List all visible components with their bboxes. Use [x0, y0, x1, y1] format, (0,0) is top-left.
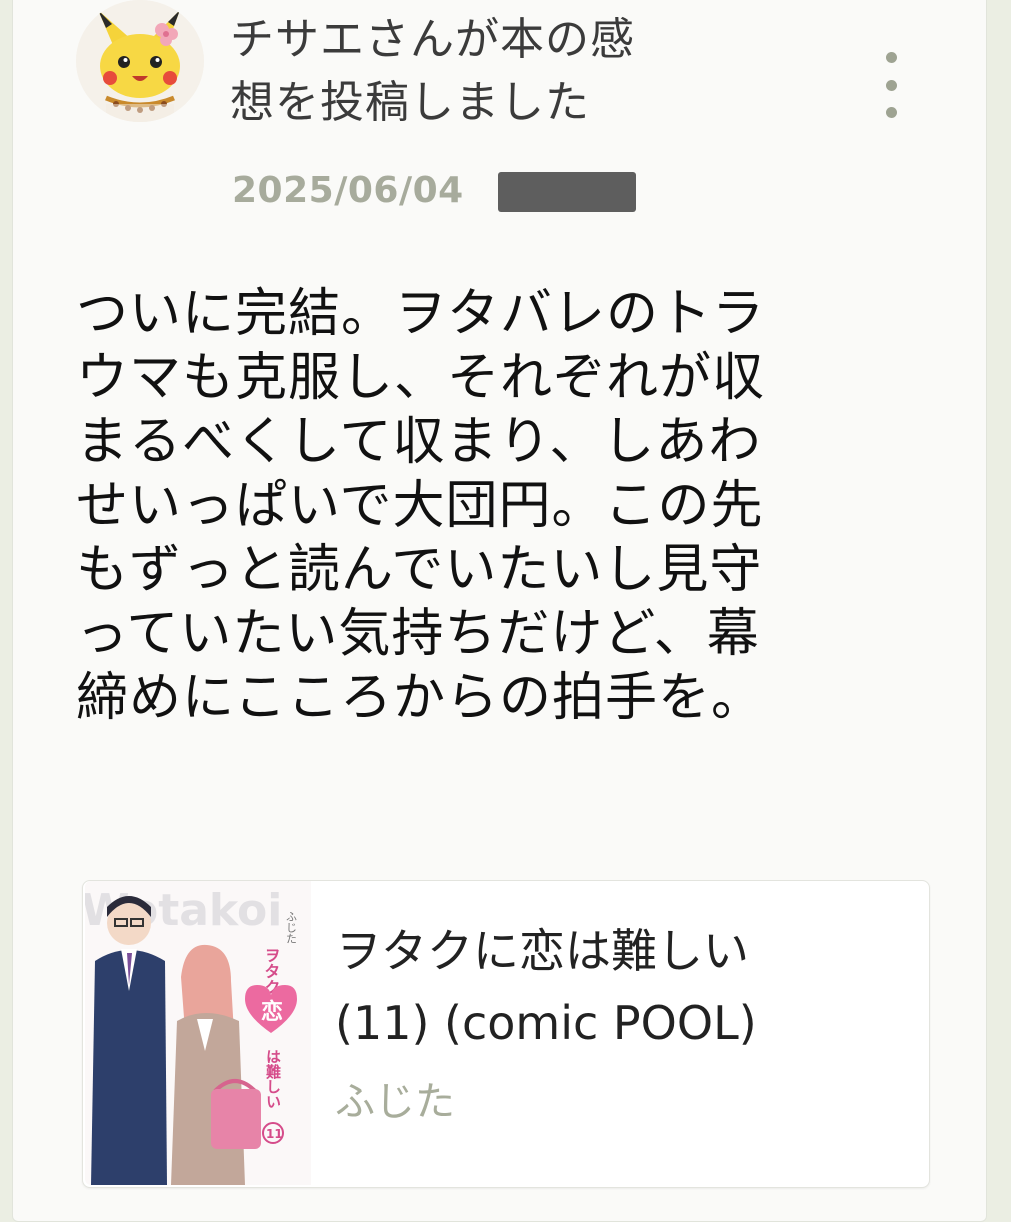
- book-cover-image: Wotakoi ふじた ヲタクに 恋 は難しい 11: [85, 881, 311, 1185]
- book-cover[interactable]: Wotakoi ふじた ヲタクに 恋 は難しい 11: [85, 881, 311, 1185]
- user-avatar[interactable]: [76, 0, 204, 122]
- cover-title-rest: は難しい: [264, 1049, 282, 1109]
- menu-dot: [885, 79, 897, 91]
- book-author[interactable]: ふじた: [335, 1069, 455, 1127]
- menu-dot: [885, 107, 897, 118]
- book-title[interactable]: ヲタクに恋は難しい (11) (comic POOL): [335, 915, 895, 1059]
- review-text: ついに完結。ヲタバレのトラ ウマも克服し、それぞれが収 まるべくして収まり、しあ…: [76, 284, 766, 728]
- post-title: チサエさんが本の感 想を投稿しました: [230, 14, 635, 128]
- cover-author: ふじた: [285, 911, 298, 944]
- more-options-icon[interactable]: [868, 52, 914, 118]
- menu-dot: [885, 52, 897, 63]
- cover-volume: 11: [266, 1127, 283, 1141]
- book-card[interactable]: Wotakoi ふじた ヲタクに 恋 は難しい 11 ヲタクに恋は難しい (11…: [82, 880, 930, 1188]
- post-date: 2025/06/04: [232, 170, 464, 211]
- cover-koi: 恋: [261, 999, 283, 1025]
- avatar-image: [76, 0, 204, 122]
- redacted-time: [498, 172, 636, 212]
